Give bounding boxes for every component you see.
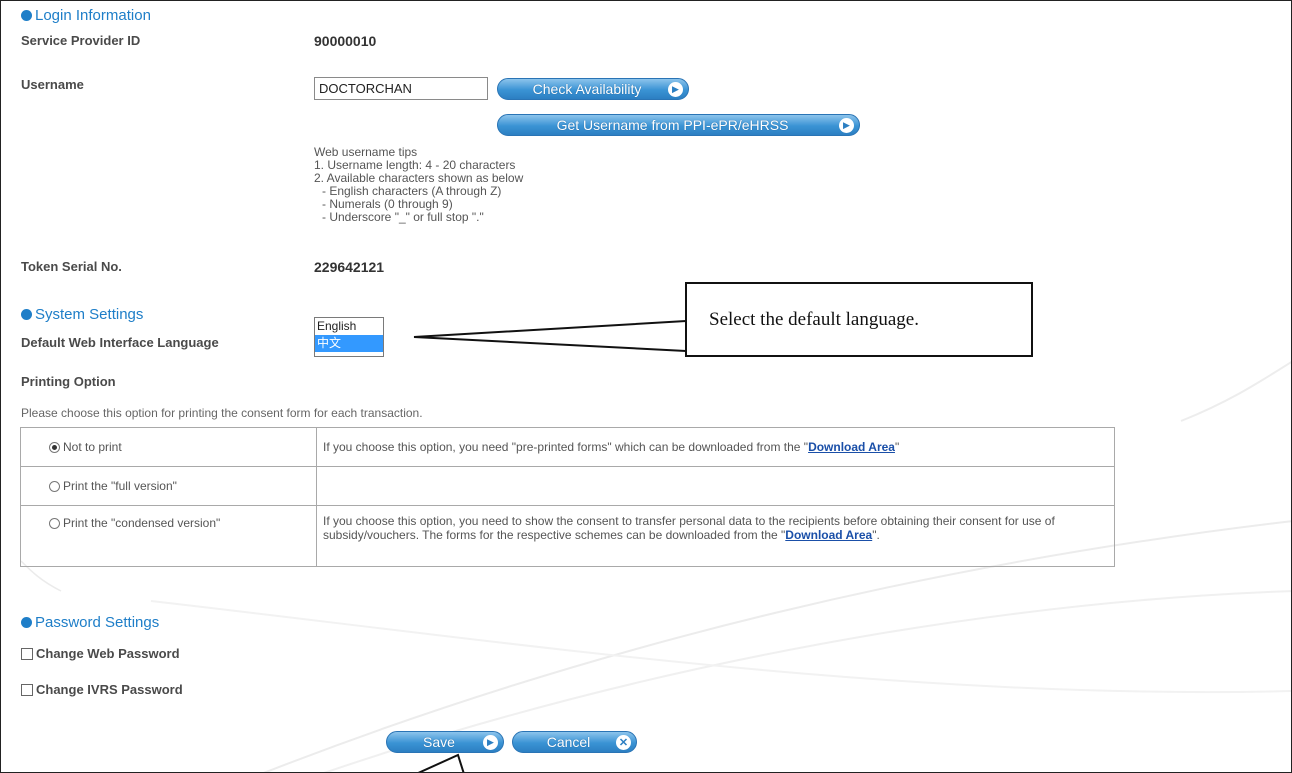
option-description	[316, 466, 1115, 506]
token-label: Token Serial No.	[21, 259, 122, 274]
get-username-button[interactable]: Get Username from PPI-ePR/eHRSS ▶	[497, 114, 860, 136]
printing-options-table: Not to print If you choose this option, …	[20, 427, 1115, 567]
check-availability-button[interactable]: Check Availability ▶	[497, 78, 689, 100]
callout-pointer-bottom	[417, 753, 465, 772]
change-web-password-checkbox[interactable]	[21, 648, 33, 660]
bullet-icon	[21, 309, 32, 320]
download-area-link[interactable]: Download Area	[785, 528, 872, 542]
callout-box: Select the default language.	[685, 282, 1033, 357]
password-section-title: Password Settings	[21, 614, 159, 631]
sp-id-value: 90000010	[314, 33, 377, 49]
username-tips: Web username tips 1. Username length: 4 …	[314, 145, 524, 224]
option-description: If you choose this option, you need to s…	[316, 505, 1115, 567]
change-ivrs-password-checkbox[interactable]	[21, 684, 33, 696]
login-section-title: Login Information	[21, 7, 151, 24]
save-button[interactable]: Save ▶	[386, 731, 504, 753]
download-area-link[interactable]: Download Area	[808, 440, 895, 454]
language-option-chinese[interactable]: 中文	[315, 335, 383, 352]
language-listbox[interactable]: English 中文	[314, 317, 384, 357]
arrow-right-icon: ▶	[483, 734, 498, 750]
close-icon: ✕	[616, 734, 631, 750]
language-option-english[interactable]: English	[315, 318, 383, 335]
table-row: Print the "full version"	[20, 466, 1115, 506]
option-description: If you choose this option, you need "pre…	[316, 427, 1115, 467]
language-label: Default Web Interface Language	[21, 335, 219, 350]
change-web-password-option[interactable]: Change Web Password	[21, 646, 180, 661]
bullet-icon	[21, 10, 32, 21]
arrow-right-icon: ▶	[668, 81, 683, 97]
sp-id-label: Service Provider ID	[21, 33, 141, 48]
option-full-version[interactable]: Print the "full version"	[20, 466, 317, 506]
printing-note: Please choose this option for printing t…	[21, 406, 423, 420]
callout-pointer	[413, 319, 686, 353]
cancel-button[interactable]: Cancel ✕	[512, 731, 637, 753]
table-row: Print the "condensed version" If you cho…	[20, 505, 1115, 567]
arrow-right-icon: ▶	[839, 117, 854, 133]
radio-not-to-print[interactable]	[49, 442, 60, 453]
change-ivrs-password-option[interactable]: Change IVRS Password	[21, 682, 183, 697]
printing-option-label: Printing Option	[21, 374, 116, 389]
username-input[interactable]	[314, 77, 488, 100]
option-condensed-version[interactable]: Print the "condensed version"	[20, 505, 317, 567]
bullet-icon	[21, 617, 32, 628]
radio-full-version[interactable]	[49, 481, 60, 492]
table-row: Not to print If you choose this option, …	[20, 427, 1115, 467]
token-value: 229642121	[314, 259, 385, 275]
radio-condensed-version[interactable]	[49, 518, 60, 529]
settings-page: Login Information Service Provider ID 90…	[0, 0, 1292, 773]
system-section-title: System Settings	[21, 306, 143, 323]
option-not-to-print[interactable]: Not to print	[20, 427, 317, 467]
username-label: Username	[21, 77, 84, 92]
